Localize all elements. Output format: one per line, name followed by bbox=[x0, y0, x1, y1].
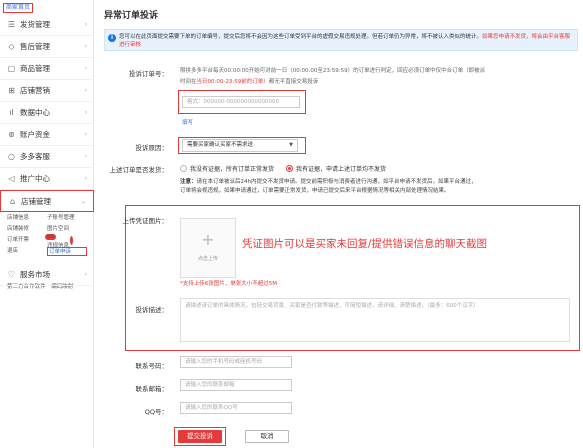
page-title: 异常订单投诉 bbox=[104, 11, 159, 21]
order-desc-2-pre: 时间在 bbox=[180, 79, 197, 85]
order-desc-2: 时间在当日00:00-23:59前的订单）都无平直接交易投诉 bbox=[180, 78, 575, 87]
submenu-order-appeal[interactable]: 订单申诉 bbox=[47, 247, 87, 256]
submenu-subaccount[interactable]: 子账号管理 bbox=[47, 214, 87, 223]
phone-input[interactable]: 请输入您的手机号码或座机号码 bbox=[180, 356, 292, 368]
radio-has-evidence[interactable]: 我有证据，申请上述订单均不发货 bbox=[286, 164, 386, 173]
note-title: 注意： bbox=[180, 179, 197, 185]
info-icon: i bbox=[108, 34, 116, 42]
notice-text: 您可以在此页面提交需要下单的订单编号，提交后您将不会因为这些订单受到平台的虚假交… bbox=[119, 34, 483, 40]
sidebar-item-funds[interactable]: ⊛ 账户资金 › bbox=[0, 124, 94, 146]
email-label: 联系邮箱： bbox=[135, 385, 169, 393]
submenu-violation[interactable]: 违规信息 bbox=[47, 236, 87, 249]
upload-hint: *支持上传6张图片，单张大小不超过5M bbox=[180, 281, 277, 287]
box-icon: ▢ bbox=[7, 64, 16, 73]
home-link[interactable]: 商家首页 bbox=[3, 3, 34, 13]
submenu-quit-shop[interactable]: 退店 bbox=[7, 247, 47, 256]
fill-link[interactable]: 填写 bbox=[182, 118, 193, 126]
evidence-label: 上述订单是否发货： bbox=[109, 166, 169, 174]
radio-no-evidence[interactable]: 我没有证据，所有订单正常发货 bbox=[180, 164, 274, 173]
sidebar-item-label: 服务市场 bbox=[20, 270, 50, 279]
reason-select-value: 需要买家确认买家不需求送 bbox=[187, 142, 254, 148]
submenu-invoice[interactable]: 订单开票 63 bbox=[7, 234, 57, 245]
order-number-input[interactable]: 格式：000000-000000000000000 bbox=[182, 96, 300, 108]
plus-icon: + bbox=[201, 230, 215, 249]
chevron-down-icon: ▼ bbox=[289, 142, 293, 148]
annotation-text: 凭证图片可以是买家未回复/提供错误信息的聊天截图 bbox=[242, 238, 488, 250]
sidebar-item-label: 商品管理 bbox=[20, 64, 50, 73]
radio-label: 我有证据，申请上述订单均不发货 bbox=[296, 166, 387, 173]
submenu-image-space[interactable]: 图片空间 bbox=[47, 225, 87, 234]
reason-select[interactable]: 需要买家确认买家不需求送 ▼ bbox=[182, 139, 298, 152]
sidebar-item-data[interactable]: ıl 数据中心 › bbox=[0, 102, 94, 124]
shop-submenu: 店铺信息 子账号管理 店铺装修 图片空间 订单开票 63 违规信息 退店 订单申诉 bbox=[0, 212, 94, 258]
chart-icon: ıl bbox=[9, 108, 14, 117]
chevron-right-icon: › bbox=[84, 271, 87, 278]
sidebar-menu: ☰ 发货管理 › ◇ 售后管理 › ▢ 商品管理 › ⊞ 店铺营销 › ıl 数… bbox=[0, 14, 94, 290]
info-notice: i 您可以在此页面提交需要下单的订单编号，提交后您将不会因为这些订单受到平台的虚… bbox=[104, 29, 578, 51]
upload-label: 上传凭证图片： bbox=[122, 217, 169, 225]
submit-button[interactable]: 提交投诉 bbox=[178, 430, 222, 443]
megaphone-icon: ◁ bbox=[8, 174, 15, 183]
description-label: 投诉描述： bbox=[135, 306, 169, 314]
wallet-icon: ⊛ bbox=[8, 130, 15, 139]
order-desc-1: 限拼多多平台每天00:00:00开始可对前一日（00:00:00至23:59:5… bbox=[180, 68, 486, 74]
chevron-down-icon: ⌄ bbox=[80, 198, 86, 205]
chevron-right-icon: › bbox=[84, 153, 87, 160]
phone-label: 联系号码： bbox=[135, 362, 169, 370]
notification-dot bbox=[70, 236, 74, 245]
submenu-invoice-label: 订单开票 bbox=[7, 237, 30, 243]
chevron-right-icon: › bbox=[84, 21, 87, 28]
sidebar-item-label: 店铺营销 bbox=[20, 86, 50, 95]
chevron-right-icon: › bbox=[84, 109, 87, 116]
sidebar-item-products[interactable]: ▢ 商品管理 › bbox=[0, 58, 94, 80]
chevron-right-icon: › bbox=[84, 175, 87, 182]
sidebar-item-aftersale[interactable]: ◇ 售后管理 › bbox=[0, 36, 94, 58]
reason-label: 投诉原因： bbox=[135, 144, 169, 152]
note-line-1: 请在本订单被派后24h内提交不发货申请。提交前需积极与消费者进行沟通，如平台申请… bbox=[196, 179, 477, 185]
upload-area[interactable]: + 点击上传 bbox=[180, 218, 236, 278]
heart-icon: ♡ bbox=[7, 270, 16, 279]
sidebar-item-shop[interactable]: ⌂ 店铺管理 ⌄ bbox=[0, 190, 94, 212]
store-icon: ⊞ bbox=[8, 86, 15, 95]
main-content: 异常订单投诉 i 您可以在此页面提交需要下单的订单编号，提交后您将不会因为这些订… bbox=[94, 0, 583, 448]
order-desc-2-post: ）都无平直接交易投诉 bbox=[263, 79, 319, 85]
qq-input[interactable]: 请输入您的联系QQ号 bbox=[180, 402, 292, 414]
sidebar-item-promotion[interactable]: ◁ 推广中心 › bbox=[0, 168, 94, 190]
sidebar-item-label: 店铺管理 bbox=[21, 196, 51, 206]
sidebar-item-service[interactable]: ○ 多多客服 › bbox=[0, 146, 94, 168]
sidebar-item-label: 账户资金 bbox=[20, 130, 50, 139]
radio-circle-selected bbox=[286, 165, 293, 172]
note-line-2: 订单将会视违规，如果申请通过，订单需要正常发货，申请已提交后来平台根据情况等相关… bbox=[180, 188, 450, 194]
email-input[interactable]: 请输入您的联系邮箱 bbox=[180, 379, 292, 391]
chevron-right-icon: › bbox=[84, 87, 87, 94]
list-icon: ☰ bbox=[7, 20, 16, 29]
shop-icon: ⌂ bbox=[9, 196, 16, 206]
radio-label: 我没有证据，所有订单正常发货 bbox=[190, 166, 275, 173]
order-desc-2-red: 当日00:00-23:59前的订单 bbox=[196, 79, 264, 85]
sidebar-item-label: 数据中心 bbox=[20, 108, 50, 117]
sidebar-item-label: 多多客服 bbox=[20, 152, 50, 161]
upload-text: 点击上传 bbox=[197, 256, 218, 262]
order-label: 投诉订单号： bbox=[129, 70, 168, 78]
chevron-right-icon: › bbox=[84, 43, 87, 50]
chevron-right-icon: › bbox=[84, 131, 87, 138]
radio-circle bbox=[180, 165, 187, 172]
chevron-right-icon: › bbox=[84, 65, 87, 72]
submenu-decoration[interactable]: 店铺装修 bbox=[7, 225, 47, 234]
sidebar-item-service-market[interactable]: ♡ 服务市场 › bbox=[0, 264, 94, 286]
sidebar-item-marketing[interactable]: ⊞ 店铺营销 › bbox=[0, 80, 94, 102]
submenu-shop-info[interactable]: 店铺信息 bbox=[7, 214, 47, 223]
evidence-note: 注意：请在本订单被派后24h内提交不发货申请。提交前需积极与消费者进行沟通，如平… bbox=[180, 178, 575, 196]
sidebar-item-label: 推广中心 bbox=[20, 174, 50, 183]
sidebar-item-label: 发货管理 bbox=[20, 20, 50, 29]
sidebar: 商家首页 ☰ 发货管理 › ◇ 售后管理 › ▢ 商品管理 › ⊞ 店铺营销 ›… bbox=[0, 0, 94, 448]
sidebar-item-label: 售后管理 bbox=[20, 42, 50, 51]
chat-icon: ○ bbox=[8, 152, 15, 161]
qq-label: QQ号： bbox=[144, 408, 168, 416]
cancel-button[interactable]: 取消 bbox=[245, 430, 289, 443]
description-textarea[interactable]: 请描述该订单的具体情况，包括交易背景、买家是否付款等描述，可简短描述，请详细、清… bbox=[180, 298, 570, 342]
shield-icon: ◇ bbox=[8, 42, 15, 51]
sidebar-item-shipping[interactable]: ☰ 发货管理 › bbox=[0, 14, 94, 36]
